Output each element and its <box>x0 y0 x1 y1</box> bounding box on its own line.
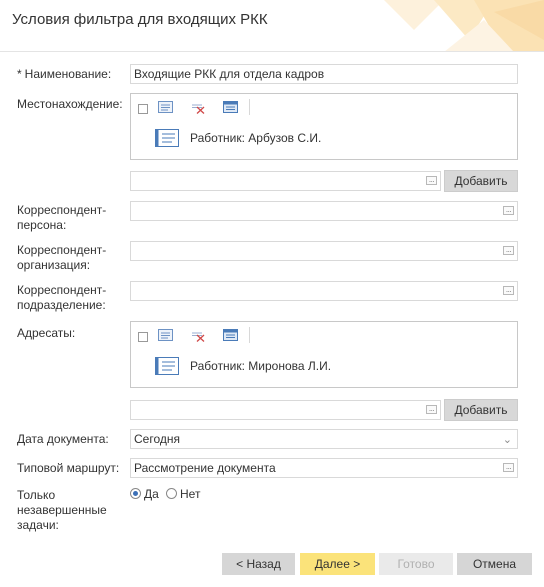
addressees-list[interactable]: Работник: Миронова Л.И. <box>130 321 518 388</box>
location-list[interactable]: Работник: Арбузов С.И. <box>130 93 518 160</box>
employee-card-icon <box>155 129 179 147</box>
toolbar-separator <box>249 99 250 115</box>
ellipsis-icon[interactable]: ... <box>503 463 514 472</box>
corr-dept-input[interactable]: ... <box>130 281 518 301</box>
addressee-entry-text: Работник: Миронова Л.И. <box>190 359 332 373</box>
addressees-label: Адресаты: <box>17 326 76 340</box>
location-toolbar <box>131 94 517 121</box>
addressees-add-button[interactable]: Добавить <box>444 399 518 421</box>
unfinished-label: Только незавершенные задачи: <box>17 488 107 532</box>
done-button: Готово <box>379 553 453 575</box>
radio-no-label: Нет <box>180 487 201 501</box>
select-all-checkbox[interactable] <box>138 104 148 114</box>
addressees-input[interactable]: ... <box>130 400 441 420</box>
corr-person-input[interactable]: ... <box>130 201 518 221</box>
dialog-title: Условия фильтра для входящих РКК <box>12 11 268 28</box>
remove-card-icon[interactable] <box>190 329 205 342</box>
required-mark: * <box>17 67 22 81</box>
edit-card-icon[interactable] <box>158 329 173 342</box>
name-input[interactable]: Входящие РКК для отдела кадров <box>130 64 518 84</box>
route-value: Рассмотрение документа <box>134 461 276 475</box>
doc-date-select[interactable]: Сегодня ⌄ <box>130 429 518 449</box>
ellipsis-icon[interactable]: ... <box>503 246 514 255</box>
location-label: Местонахождение: <box>17 97 123 111</box>
route-input[interactable]: Рассмотрение документа ... <box>130 458 518 478</box>
addressees-toolbar <box>131 322 517 349</box>
ellipsis-icon[interactable]: ... <box>503 206 514 215</box>
location-input[interactable]: ... <box>130 171 441 191</box>
corr-org-input[interactable]: ... <box>130 241 518 261</box>
ellipsis-icon[interactable]: ... <box>426 176 437 185</box>
corr-person-label: Корреспондент-персона: <box>17 203 107 232</box>
location-entry-text: Работник: Арбузов С.И. <box>190 131 322 145</box>
header-decoration <box>384 0 544 51</box>
ellipsis-icon[interactable]: ... <box>503 286 514 295</box>
corr-dept-label: Корреспондент-подразделение: <box>17 283 107 312</box>
back-button[interactable]: < Назад <box>222 553 295 575</box>
add-card-icon[interactable] <box>223 329 238 342</box>
ellipsis-icon[interactable]: ... <box>426 405 437 414</box>
toolbar-separator <box>249 327 250 343</box>
add-card-icon[interactable] <box>223 101 238 114</box>
remove-card-icon[interactable] <box>190 101 205 114</box>
next-button[interactable]: Далее > <box>300 553 375 575</box>
name-label: * Наименование: <box>17 67 112 81</box>
dialog-header: Условия фильтра для входящих РКК <box>0 0 544 52</box>
chevron-down-icon[interactable]: ⌄ <box>503 431 512 449</box>
radio-yes-label: Да <box>144 487 159 501</box>
route-label: Типовой маршрут: <box>17 461 120 475</box>
corr-org-label: Корреспондент-организация: <box>17 243 107 272</box>
select-all-checkbox[interactable] <box>138 332 148 342</box>
doc-date-value: Сегодня <box>134 432 180 446</box>
radio-yes-indicator[interactable] <box>130 488 141 499</box>
location-add-button[interactable]: Добавить <box>444 170 518 192</box>
doc-date-label: Дата документа: <box>17 432 109 446</box>
edit-card-icon[interactable] <box>158 101 173 114</box>
radio-no-indicator[interactable] <box>166 488 177 499</box>
cancel-button[interactable]: Отмена <box>457 553 532 575</box>
employee-card-icon <box>155 357 179 375</box>
